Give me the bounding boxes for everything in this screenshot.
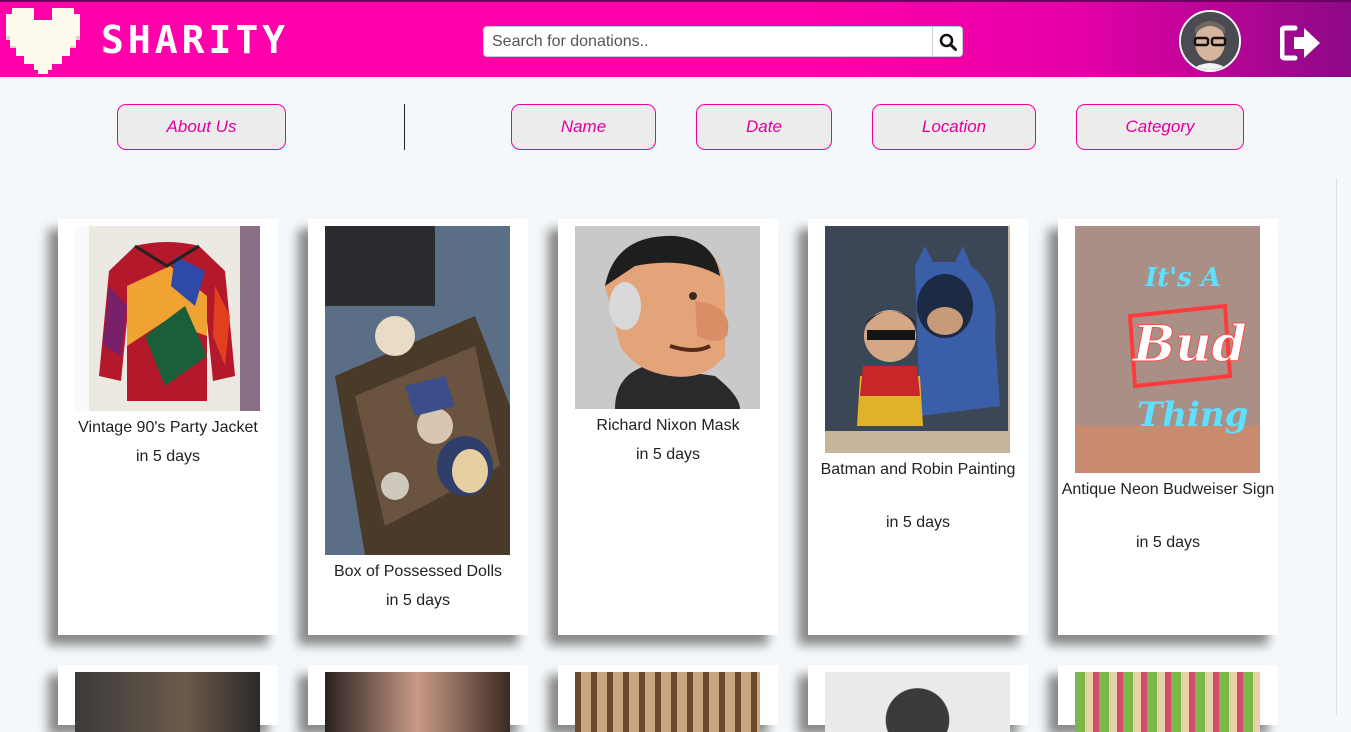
search-icon	[939, 33, 957, 51]
item-deadline: in 5 days	[385, 592, 451, 609]
donation-card[interactable]: Batman and Robin Painting in 5 days	[808, 219, 1028, 635]
donation-card[interactable]: Richard Nixon Mask in 5 days	[558, 219, 778, 635]
item-photo	[325, 672, 510, 732]
item-deadline: in 5 days	[135, 448, 201, 465]
brand-title[interactable]: SHARITY	[101, 18, 289, 62]
scrollbar-track[interactable]	[1336, 178, 1337, 715]
donation-card[interactable]: It's A Bud Thing Antique Neon Budweiser …	[1058, 219, 1278, 635]
item-photo	[1075, 672, 1260, 732]
search-bar	[483, 26, 963, 57]
donation-card[interactable]	[808, 665, 1028, 732]
svg-text:Thing: Thing	[1137, 395, 1248, 435]
search-button[interactable]	[932, 27, 962, 56]
item-deadline: in 5 days	[885, 514, 951, 531]
donation-card[interactable]	[308, 665, 528, 732]
item-title: Batman and Robin Painting	[820, 461, 1016, 478]
about-us-button[interactable]: About Us	[117, 104, 286, 150]
item-photo	[825, 226, 1010, 453]
item-photo	[75, 672, 260, 732]
item-photo	[325, 226, 510, 555]
search-input[interactable]	[484, 27, 934, 56]
top-bar: SHARITY	[0, 0, 1351, 77]
sort-name-button[interactable]: Name	[511, 104, 656, 150]
pixel-heart-icon[interactable]	[6, 8, 80, 74]
avatar-portrait	[1181, 12, 1239, 70]
donation-card[interactable]: Box of Possessed Dolls in 5 days	[308, 219, 528, 635]
donation-card[interactable]	[58, 665, 278, 732]
item-photo	[825, 672, 1010, 732]
item-deadline: in 5 days	[635, 446, 701, 463]
item-photo	[575, 672, 760, 732]
svg-text:It's A: It's A	[1144, 263, 1221, 293]
item-photo	[575, 226, 760, 409]
sort-date-button[interactable]: Date	[696, 104, 832, 150]
item-photo	[75, 226, 260, 411]
svg-text:Bud: Bud	[1131, 314, 1247, 373]
donation-card[interactable]: Vintage 90's Party Jacket in 5 days	[58, 219, 278, 635]
item-title: Vintage 90's Party Jacket	[78, 419, 258, 436]
sort-location-button[interactable]: Location	[872, 104, 1036, 150]
nav-divider	[404, 104, 405, 150]
item-title: Antique Neon Budweiser Sign	[1061, 481, 1275, 498]
sort-category-button[interactable]: Category	[1076, 104, 1244, 150]
donation-card[interactable]	[1058, 665, 1278, 732]
donation-card[interactable]	[558, 665, 778, 732]
item-title: Box of Possessed Dolls	[333, 563, 503, 580]
logout-icon[interactable]	[1280, 25, 1322, 61]
item-deadline: in 5 days	[1135, 534, 1201, 551]
item-title: Richard Nixon Mask	[596, 417, 740, 434]
user-avatar[interactable]	[1179, 10, 1241, 72]
item-photo: It's A Bud Thing	[1075, 226, 1260, 473]
